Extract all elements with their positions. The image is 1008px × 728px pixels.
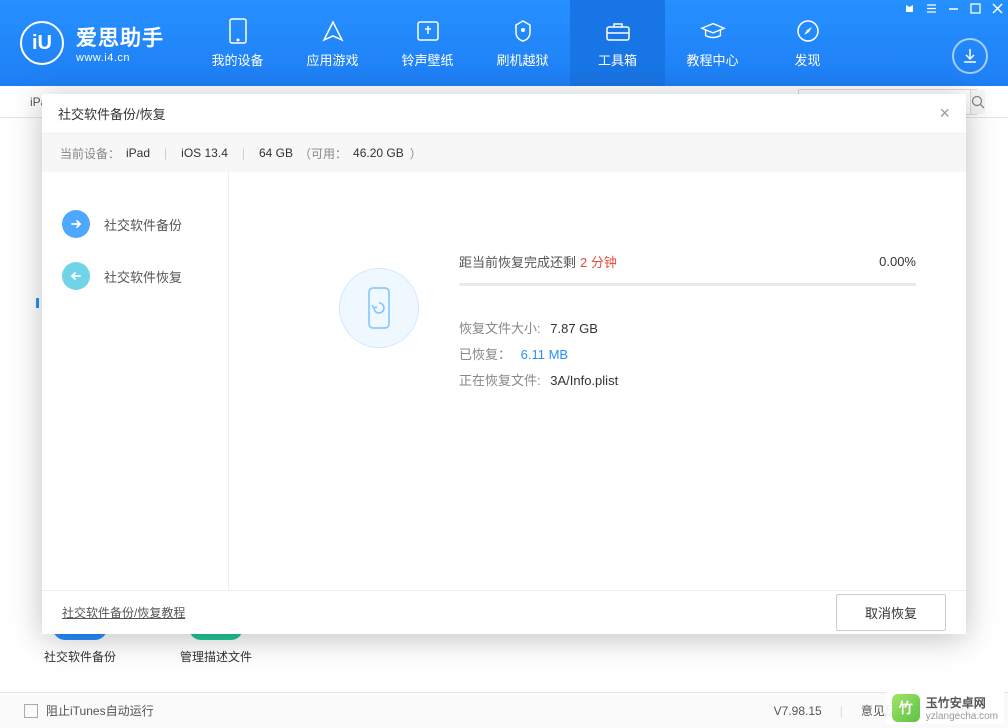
- device-name: iPad: [126, 146, 150, 160]
- modal-title: 社交软件备份/恢复: [58, 104, 166, 123]
- current-file: 3A/Info.plist: [550, 373, 618, 388]
- backup-arrow-icon: [62, 210, 90, 238]
- sidebar-backup[interactable]: 社交软件备份: [42, 198, 228, 250]
- apps-icon: [320, 18, 346, 44]
- modal-close-button[interactable]: ×: [939, 103, 950, 124]
- device-info-bar: 当前设备： iPad | iOS 13.4 | 64 GB （可用： 46.20…: [42, 134, 966, 172]
- nav-apps[interactable]: 应用游戏: [285, 0, 380, 86]
- app-url: www.i4.cn: [76, 52, 164, 64]
- time-remaining: 2 分钟: [580, 252, 617, 271]
- device-storage: 64 GB: [259, 146, 293, 160]
- win-menu-icon[interactable]: [920, 0, 942, 16]
- download-button[interactable]: [952, 38, 988, 74]
- sidebar-indicator: [36, 298, 39, 308]
- app-logo-icon: iU: [20, 21, 64, 65]
- progress-percent: 0.00%: [879, 254, 916, 269]
- modal-content: 距当前恢复完成还剩 2 分钟 0.00% 恢复文件大小: 7.87 GB 已恢复…: [229, 172, 966, 590]
- nav-tutorials[interactable]: 教程中心: [665, 0, 760, 86]
- modal-header: 社交软件备份/恢复 ×: [42, 94, 966, 134]
- window-controls: [898, 0, 1008, 16]
- watermark-logo-icon: 竹: [892, 694, 920, 722]
- win-shirt-icon[interactable]: [898, 0, 920, 16]
- device-os: iOS 13.4: [181, 146, 228, 160]
- nav-jailbreak[interactable]: 刷机越狱: [475, 0, 570, 86]
- device-icon: [225, 18, 251, 44]
- modal-sidebar: 社交软件备份 社交软件恢复: [42, 172, 229, 590]
- nav-toolbox[interactable]: 工具箱: [570, 0, 665, 86]
- nav-my-device[interactable]: 我的设备: [190, 0, 285, 86]
- itunes-checkbox[interactable]: [24, 704, 38, 718]
- jailbreak-icon: [510, 18, 536, 44]
- tutorial-link[interactable]: 社交软件备份/恢复教程: [62, 604, 185, 621]
- nav-bar: 我的设备 应用游戏 铃声壁纸 刷机越狱 工具箱 教程中心 发现: [190, 0, 855, 86]
- progress-prefix: 距当前恢复完成还剩: [459, 252, 576, 271]
- tutorial-icon: [700, 18, 726, 44]
- status-bar: 阻止iTunes自动运行 V7.98.15 | 意见反馈 | 微信公: [0, 692, 1008, 728]
- maximize-button[interactable]: [964, 0, 986, 16]
- phone-restore-icon: [339, 268, 419, 348]
- discover-icon: [795, 18, 821, 44]
- version-label: V7.98.15: [774, 704, 822, 718]
- watermark: 竹 玉竹安卓网 yzlangecha.com: [886, 692, 1004, 724]
- nav-discover[interactable]: 发现: [760, 0, 855, 86]
- close-button[interactable]: [986, 0, 1008, 16]
- search-icon: [971, 95, 985, 109]
- device-free: 46.20 GB: [353, 146, 404, 160]
- search-button[interactable]: [970, 90, 985, 114]
- restore-size: 7.87 GB: [550, 321, 598, 336]
- ringtone-icon: [415, 18, 441, 44]
- restore-arrow-icon: [62, 262, 90, 290]
- backup-restore-modal: 社交软件备份/恢复 × 当前设备： iPad | iOS 13.4 | 64 G…: [42, 94, 966, 634]
- app-header: iU 爱思助手 www.i4.cn 我的设备 应用游戏 铃声壁纸 刷机越狱 工具…: [0, 0, 1008, 86]
- progress-bar: [459, 283, 916, 286]
- cancel-restore-button[interactable]: 取消恢复: [836, 594, 946, 631]
- minimize-button[interactable]: [942, 0, 964, 16]
- toolbox-icon: [605, 18, 631, 44]
- sidebar-restore[interactable]: 社交软件恢复: [42, 250, 228, 302]
- logo-area: iU 爱思助手 www.i4.cn: [0, 21, 190, 65]
- restored-size: 6.11 MB: [521, 347, 568, 362]
- app-title: 爱思助手: [76, 22, 164, 52]
- nav-ringtones[interactable]: 铃声壁纸: [380, 0, 475, 86]
- modal-footer: 社交软件备份/恢复教程 取消恢复: [42, 590, 966, 634]
- itunes-label: 阻止iTunes自动运行: [46, 702, 154, 719]
